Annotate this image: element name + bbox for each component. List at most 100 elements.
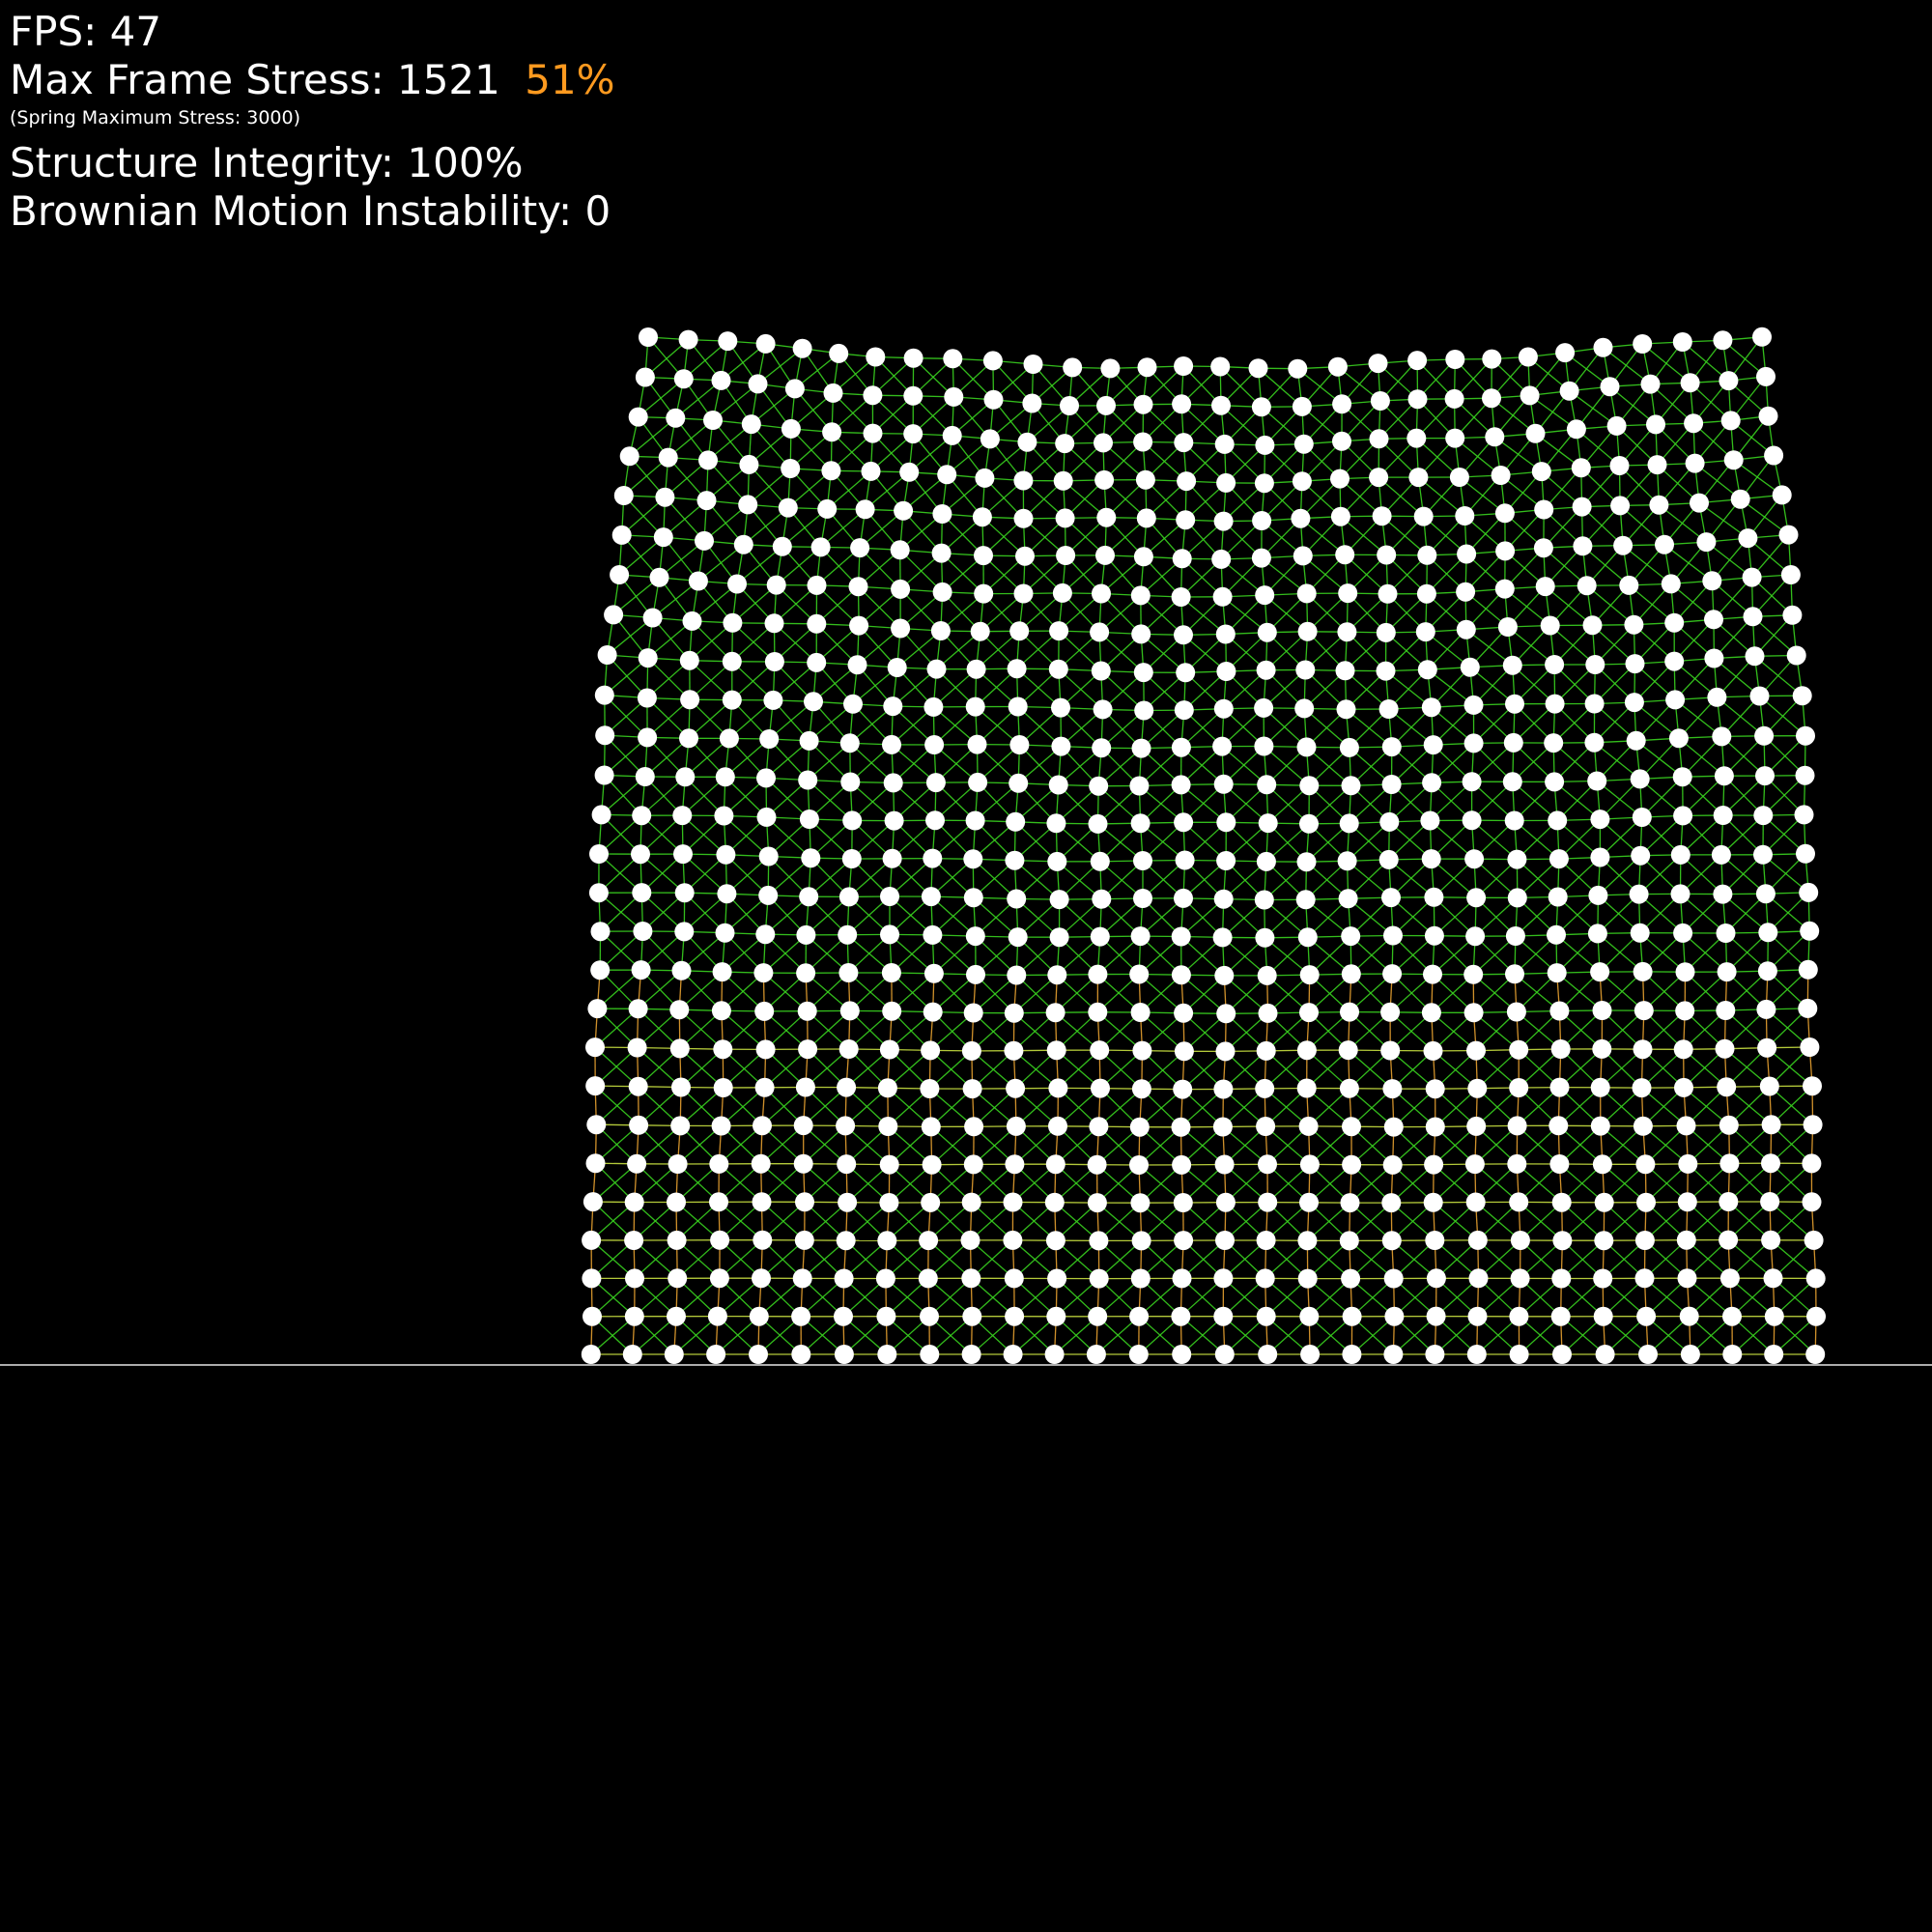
mass-node <box>1421 697 1441 718</box>
mass-node <box>1757 961 1777 981</box>
mass-node <box>1423 964 1442 984</box>
integrity-value: 100% <box>407 138 524 186</box>
mass-node <box>1330 469 1350 489</box>
mass-node <box>632 806 652 826</box>
mass-node <box>1342 1154 1362 1175</box>
mass-node <box>1338 1040 1358 1061</box>
mass-node <box>1550 1306 1571 1326</box>
mass-node <box>698 450 718 470</box>
mass-node <box>847 655 867 675</box>
mass-node <box>943 349 963 369</box>
mass-node <box>1798 959 1818 980</box>
mass-node <box>1003 1192 1023 1212</box>
mass-node <box>962 1306 982 1326</box>
mass-node <box>1630 923 1650 943</box>
mass-node <box>1587 771 1607 791</box>
mass-node <box>1053 470 1073 491</box>
mass-node <box>1296 583 1317 604</box>
mass-node <box>764 613 784 634</box>
mass-node <box>1764 1306 1784 1326</box>
mass-node <box>682 611 702 631</box>
mass-node <box>1212 586 1233 607</box>
mass-node <box>1755 766 1775 786</box>
mass-node <box>1406 428 1427 448</box>
mass-node <box>793 1153 813 1174</box>
mass-node <box>1006 1078 1026 1098</box>
mass-node <box>1051 736 1071 756</box>
mass-node <box>923 696 944 717</box>
mass-node <box>582 1230 602 1250</box>
mass-node <box>1633 961 1653 981</box>
mass-node <box>754 1077 775 1097</box>
mass-node <box>1795 765 1815 785</box>
mass-node <box>1720 411 1741 431</box>
mass-node <box>1719 371 1739 391</box>
mass-node <box>1003 1345 1023 1364</box>
mass-node <box>1004 1268 1024 1289</box>
mass-node <box>1254 736 1274 756</box>
mass-node <box>1096 395 1116 415</box>
mass-node <box>1060 396 1079 415</box>
mass-node <box>1678 1153 1698 1174</box>
mass-node <box>1505 926 1525 946</box>
stress-value: 1521 <box>396 56 500 104</box>
mass-node <box>591 805 611 825</box>
mass-node <box>1549 1001 1570 1021</box>
mass-node <box>970 621 990 641</box>
mass-node <box>1525 423 1546 443</box>
mass-node <box>1690 493 1709 513</box>
mass-node <box>838 924 858 945</box>
mass-node <box>1135 469 1155 490</box>
mass-node <box>965 926 985 947</box>
mass-node <box>975 468 995 488</box>
mass-node <box>1046 1040 1066 1061</box>
mass-node <box>837 1154 857 1175</box>
mass-node <box>1092 889 1112 909</box>
mass-node <box>838 1192 858 1212</box>
mass-node <box>1383 1268 1404 1289</box>
mass-node <box>1176 510 1196 530</box>
mass-node <box>1584 694 1605 714</box>
mass-node <box>1507 1153 1527 1174</box>
mass-node <box>1341 926 1361 947</box>
mass-node <box>772 536 792 556</box>
mass-node <box>1091 661 1111 681</box>
mass-node <box>1177 471 1197 492</box>
mass-node <box>635 767 655 786</box>
mass-node <box>791 1345 811 1364</box>
mass-node <box>822 422 842 442</box>
mass-node <box>1466 1040 1486 1061</box>
mass-node <box>923 924 943 945</box>
mass-node <box>923 963 944 983</box>
mass-node <box>930 621 951 640</box>
mass-node <box>1008 927 1028 948</box>
mass-node <box>1665 690 1686 710</box>
mass-node <box>1407 389 1428 410</box>
mass-node <box>1256 1306 1276 1326</box>
mass-node <box>748 374 768 394</box>
mass-node <box>1633 334 1653 354</box>
mass-node <box>1577 576 1597 596</box>
mass-node <box>1415 622 1435 642</box>
mass-node <box>1675 1001 1695 1021</box>
mass-node <box>1423 735 1443 755</box>
mass-node <box>611 525 632 545</box>
mass-node <box>834 1268 854 1289</box>
mass-node <box>1133 851 1152 870</box>
mass-node <box>1520 385 1540 406</box>
mass-node <box>863 385 883 406</box>
mass-node <box>585 1153 606 1174</box>
mass-node <box>1444 388 1464 409</box>
soft-body-mesh[interactable] <box>0 0 1932 1932</box>
mass-node <box>674 922 695 942</box>
mass-node <box>1089 1231 1109 1251</box>
mass-node <box>1047 1268 1067 1289</box>
mass-node <box>1761 1115 1781 1135</box>
mass-node <box>807 613 827 634</box>
mass-node <box>1794 805 1814 825</box>
mass-node <box>1572 497 1592 517</box>
mass-node <box>1174 625 1193 645</box>
mass-node <box>1638 1345 1658 1364</box>
mass-node <box>1171 926 1191 947</box>
fps-label: FPS: <box>10 8 98 55</box>
